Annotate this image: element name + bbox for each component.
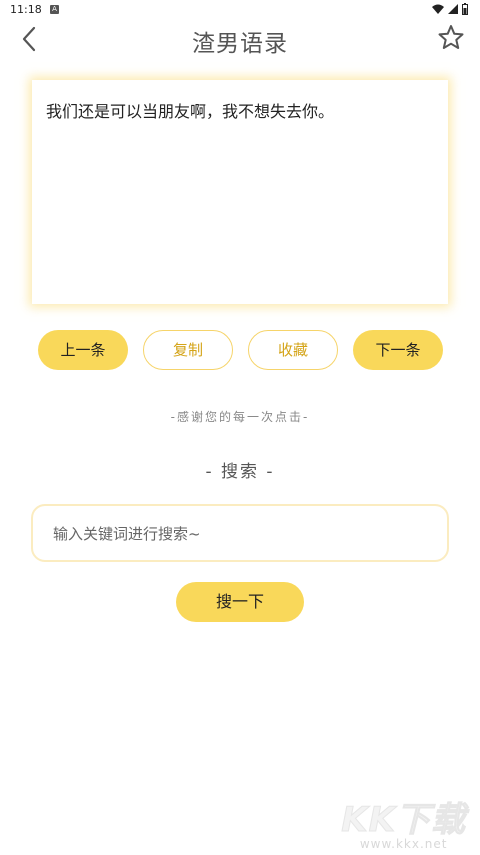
battery-icon	[462, 3, 468, 15]
quote-card: 我们还是可以当朋友啊，我不想失去你。	[32, 80, 448, 304]
thanks-text: -感谢您的每一次点击-	[170, 410, 310, 424]
prev-button[interactable]: 上一条	[38, 330, 128, 370]
copy-button[interactable]: 复制	[143, 330, 233, 370]
search-box	[31, 504, 449, 562]
watermark-logo: KK下载	[341, 800, 466, 841]
favorite-button[interactable]: 收藏	[248, 330, 338, 370]
page-title: 渣男语录	[192, 31, 288, 57]
watermark: KK下载 www.kkx.net	[341, 792, 466, 852]
notification-icon: A	[50, 5, 59, 14]
signal-icon	[448, 3, 458, 14]
search-input[interactable]	[51, 506, 415, 562]
status-bar: 11:18 A	[0, 0, 480, 20]
status-time: 11:18	[10, 3, 42, 16]
star-icon[interactable]	[436, 22, 466, 54]
status-icons	[432, 3, 468, 15]
header: 渣男语录	[0, 20, 480, 60]
search-section-title: - 搜索 -	[205, 462, 275, 482]
search-button[interactable]: 搜一下	[176, 582, 304, 622]
next-button[interactable]: 下一条	[353, 330, 443, 370]
watermark-url: www.kkx.net	[359, 837, 448, 851]
wifi-icon	[432, 4, 444, 14]
quote-text: 我们还是可以当朋友啊，我不想失去你。	[46, 102, 335, 121]
